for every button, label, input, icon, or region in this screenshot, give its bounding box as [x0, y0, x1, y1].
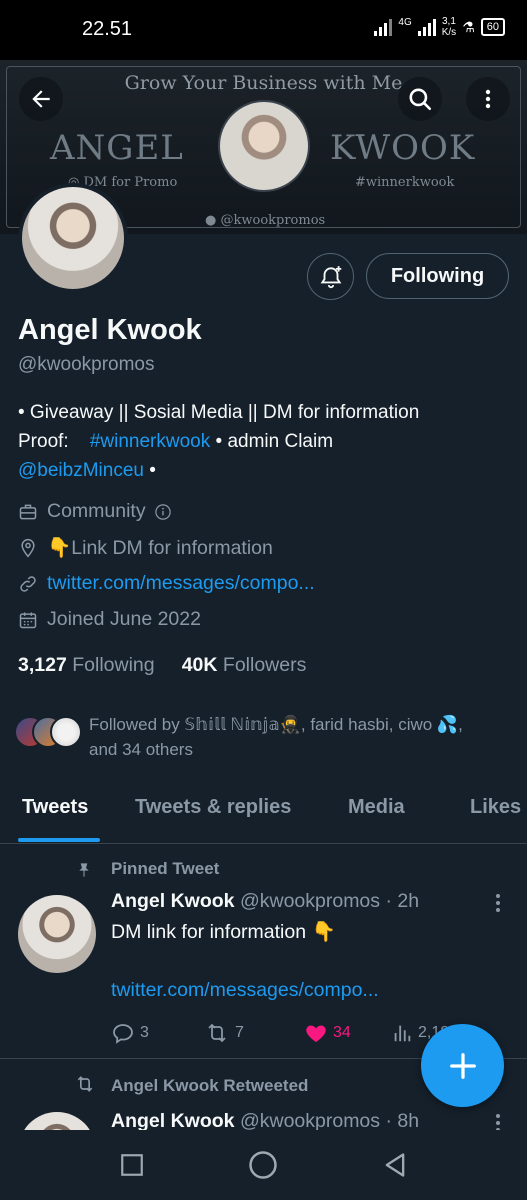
tab-media[interactable]: Media — [348, 796, 405, 819]
banner-headline: Grow Your Business with Me — [124, 72, 403, 94]
signal-icon-2 — [417, 18, 436, 36]
active-tab-indicator — [18, 838, 100, 842]
network-type: 4G — [398, 16, 412, 28]
twitter-icon: ● — [205, 213, 221, 228]
retweet-icon — [208, 1023, 226, 1043]
profile-handle: @kwookpromos — [18, 354, 155, 375]
bio-line-2: Proof: #winnerkwook • admin Claim — [18, 431, 334, 452]
calendar-icon — [18, 610, 38, 630]
banner-portrait — [218, 100, 310, 192]
tab-tweets-replies[interactable]: Tweets & replies — [135, 796, 291, 819]
bio-mention-link[interactable]: @beibzMinceu — [18, 460, 144, 481]
followed-by[interactable]: Followed by 𝕊𝕙𝕚𝕝𝕝 ℕ𝕚𝕟𝕛𝕒🥷, farid hasbi, c… — [14, 712, 509, 762]
tweet-header: Angel Kwook @kwookpromos · 8h — [111, 1110, 420, 1130]
net-speed: 3,1 K/s — [441, 16, 457, 38]
status-icons: 4G 3,1 K/s ⚗ 60 — [374, 16, 505, 38]
pin-icon — [76, 861, 92, 884]
tweet-actions: 3 7 34 2,187 — [111, 1021, 458, 1045]
tweet-link[interactable]: twitter.com/messages/compo... — [111, 979, 379, 1002]
banner-left-word: ANGEL — [50, 128, 184, 168]
follower-avatar — [50, 716, 82, 748]
pinned-label: Pinned Tweet — [111, 859, 220, 878]
tweet-avatar[interactable] — [18, 895, 96, 973]
website-row: twitter.com/messages/compo... — [18, 572, 315, 595]
profile-avatar[interactable] — [18, 183, 128, 293]
signal-icon — [374, 18, 393, 36]
reply-button[interactable]: 3 — [111, 1021, 204, 1045]
bell-plus-icon — [320, 265, 341, 288]
tweet-avatar[interactable] — [18, 1112, 96, 1130]
recents-button[interactable] — [117, 1150, 147, 1180]
lab-icon: ⚗ — [462, 18, 475, 35]
back-button[interactable] — [19, 77, 63, 121]
status-time: 22.51 — [82, 18, 133, 40]
follow-counts: 3,127 Following 40K Followers — [18, 654, 306, 677]
more-vertical-icon — [485, 89, 491, 109]
briefcase-icon — [18, 502, 38, 522]
website-link[interactable]: twitter.com/messages/compo... — [47, 572, 315, 595]
tweet-more-icon[interactable] — [495, 894, 501, 912]
notifications-button[interactable] — [307, 253, 354, 300]
category-row: Community — [18, 500, 172, 523]
retweet-context-icon — [74, 1074, 96, 1099]
tweet-more-icon[interactable] — [495, 1114, 501, 1130]
following-button[interactable]: Following — [366, 253, 509, 299]
heart-filled-icon — [306, 1025, 326, 1042]
home-button[interactable] — [248, 1150, 278, 1180]
followed-by-text: Followed by 𝕊𝕙𝕚𝕝𝕝 ℕ𝕚𝕟𝕛𝕒🥷, farid hasbi, c… — [89, 715, 463, 759]
profile-tabs: Tweets Tweets & replies Media Likes — [0, 780, 527, 844]
banner-hashtag: #winnerkwook — [355, 175, 455, 190]
tweet-text: DM link for information 👇 — [111, 921, 336, 943]
bio-hashtag-link[interactable]: #winnerkwook — [90, 431, 210, 452]
banner-twitter-handle: ● @kwookpromos — [205, 213, 326, 228]
system-navigation-bar — [0, 1130, 527, 1200]
profile-name: Angel Kwook — [18, 314, 202, 346]
like-button[interactable]: 34 — [304, 1021, 391, 1045]
following-count-link[interactable]: 3,127 Following — [18, 654, 155, 676]
more-options-button[interactable] — [466, 77, 510, 121]
compose-tweet-button[interactable] — [421, 1024, 504, 1107]
bio-line-1: • Giveaway || Sosial Media || DM for inf… — [18, 402, 420, 423]
search-icon — [409, 88, 432, 111]
triangle-back-icon — [385, 1153, 405, 1177]
follower-avatars — [14, 712, 84, 750]
profile-bio: • Giveaway || Sosial Media || DM for inf… — [18, 398, 513, 485]
link-icon — [18, 574, 38, 594]
circle-icon — [249, 1151, 277, 1179]
info-icon[interactable] — [154, 503, 172, 521]
status-bar: 22.51 4G 3,1 K/s ⚗ 60 — [0, 0, 527, 60]
retweet-button[interactable]: 7 — [204, 1021, 304, 1045]
system-back-button[interactable] — [380, 1150, 410, 1180]
square-icon — [121, 1154, 143, 1176]
retweet-context-label: Angel Kwook Retweeted — [111, 1076, 309, 1095]
analytics-icon — [394, 1025, 411, 1042]
plus-icon — [449, 1052, 476, 1079]
location-row: 👇Link DM for information — [18, 536, 273, 560]
battery-indicator: 60 — [480, 18, 505, 36]
back-arrow-icon — [32, 90, 50, 108]
search-button[interactable] — [398, 77, 442, 121]
bio-line-3: @beibzMinceu • — [18, 460, 156, 481]
joined-row: Joined June 2022 — [18, 608, 201, 631]
tab-likes[interactable]: Likes — [470, 796, 521, 819]
followers-count-link[interactable]: 40K Followers — [182, 654, 307, 676]
tab-tweets[interactable]: Tweets — [22, 796, 88, 819]
tweet-header: Angel Kwook @kwookpromos · 2h — [111, 890, 420, 912]
reply-icon — [113, 1024, 133, 1044]
banner-right-word: KWOOK — [330, 128, 476, 168]
location-pin-icon — [18, 538, 38, 558]
